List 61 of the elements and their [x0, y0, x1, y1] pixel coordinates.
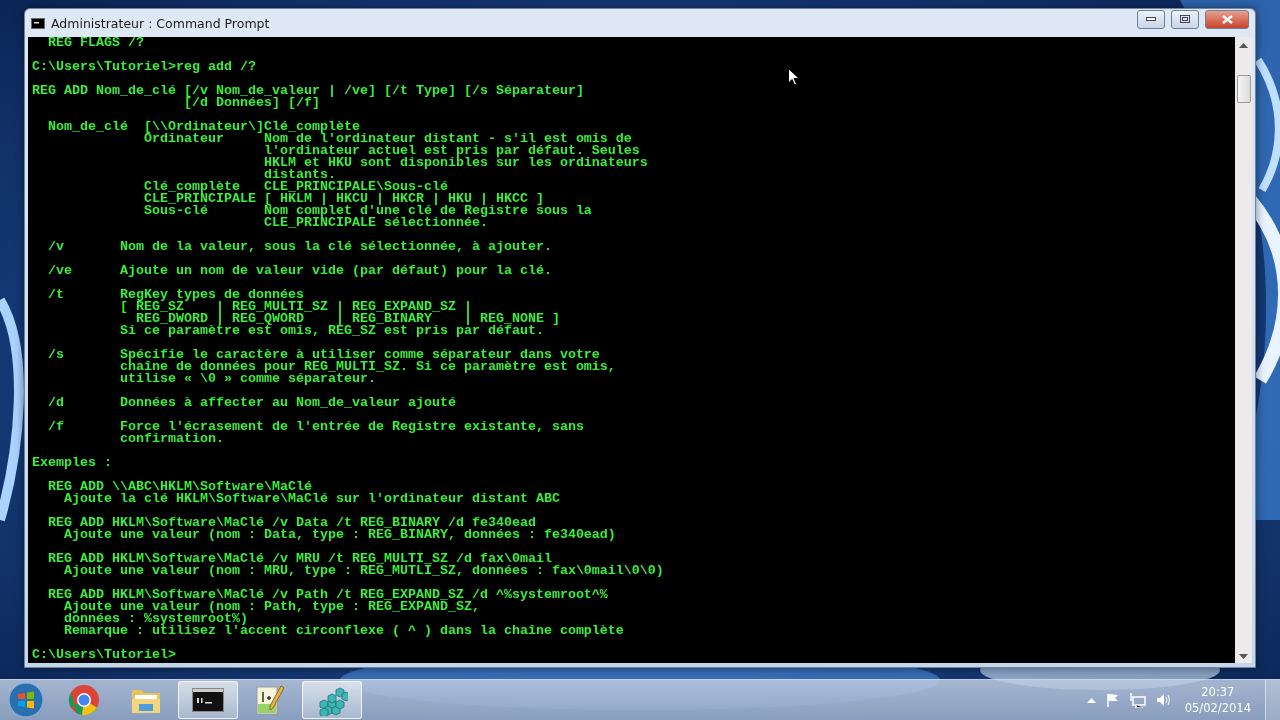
clock-time: 20:37: [1201, 684, 1235, 700]
scroll-up-icon: [1239, 43, 1248, 48]
scrollbar[interactable]: [1235, 37, 1252, 663]
close-button[interactable]: [1205, 9, 1249, 29]
console-line: /s Spécifie le caractère à utiliser comme séparateur dans votre: [47, 349, 600, 361]
maximize-button[interactable]: [1171, 9, 1199, 29]
console-line: l'ordinateur actuel est pris par défaut. Seules: [262, 145, 640, 157]
console-line: Ajoute une valeur (nom : MRU, type : REG_MUTLI_SZ, données : fax\0mail\0\0): [63, 565, 664, 577]
console-line: chaîne de données pour REG_MULTI_SZ. Si ce paramètre est omis,: [118, 361, 616, 373]
terminal-icon: [31, 17, 45, 29]
notepad-icon: [255, 684, 285, 716]
close-icon: [1221, 14, 1233, 24]
console-line: REG ADD HKLM\Software\MaClé /v Path /t REG_EXPAND_SZ /d ^%systemroot^%: [47, 589, 608, 601]
console-line: HKLM et HKU sont disponibles sur les ordinateurs: [262, 157, 648, 169]
taskbar-button[interactable]: [178, 681, 238, 719]
terminal-icon: [192, 688, 224, 712]
console-line: utilise « \0 » comme séparateur.: [118, 373, 376, 385]
console-line: C:\Users\Tutoriel>: [32, 649, 176, 661]
console-line: REG ADD HKLM\Software\MaClé /v Data /t REG_BINARY /d fe340ead: [47, 517, 536, 529]
window-title: Administrateur : Command Prompt: [51, 15, 271, 31]
orb-icon: [8, 682, 44, 718]
scrollbar-thumb[interactable]: [1237, 75, 1251, 103]
console-line: CLE_PRINCIPALE sélectionnée.: [262, 217, 488, 229]
console-line: REG ADD HKLM\Software\MaClé /v MRU /t REG_MULTI_SZ /d fax\0mail: [47, 553, 552, 565]
clock-date: 05/02/2014: [1184, 700, 1251, 716]
console-line: Ajoute la clé HKLM\Software\MaClé sur l'ordinateur distant ABC: [63, 493, 560, 505]
ring-icon: [68, 684, 100, 716]
minimize-icon: [1146, 17, 1156, 21]
console-line: Si ce paramètre est omis, REG_SZ est pris par défaut.: [118, 325, 544, 337]
console-line: Sous-clé Nom complet d'une clé de Registre sous la: [142, 205, 592, 217]
console-line: /f Force l'écrasement de l'entrée de Registre existante, sans: [47, 421, 584, 433]
console-line: REG ADD \\ABC\HKLM\Software\MaClé: [47, 481, 312, 493]
console-line: REG ADD Nom_de_clé [/v Nom_de_valeur | /ve] [/t Type] [/s Séparateur]: [32, 85, 584, 97]
maximize-icon: [1180, 15, 1190, 23]
console-line: Nom_de_clé [\\Ordinateur\]Clé_complète: [47, 121, 360, 133]
minimize-button[interactable]: [1137, 9, 1165, 29]
flag-icon: [1105, 693, 1120, 707]
speaker-icon: [1155, 693, 1171, 707]
console-line: REG FLAGS /?: [47, 37, 144, 49]
console-line: Exemples :: [32, 457, 112, 469]
console-line: Remarque : utilisez l'accent circonflexe ( ^ ) dans la chaîne complète: [63, 625, 624, 637]
console-line: Clé_complète CLE_PRINCIPALE\Sous-clé: [142, 181, 448, 193]
console-line: REG_DWORD | REG_QWORD | REG_BINARY | REG_NONE ]: [135, 313, 560, 325]
console-line: /v Nom de la valeur, sous la clé sélectionnée, à ajouter.: [47, 241, 552, 253]
console-line: Ajoute une valeur (nom : Data, type : REG_BINARY, données : fe340ead): [63, 529, 616, 541]
console-line: /d Données à affecter au Nom_de_valeur ajouté: [47, 397, 456, 409]
cursor-icon: [788, 68, 800, 86]
console-line: [ REG_SZ | REG_MULTI_SZ | REG_EXPAND_SZ |: [118, 301, 472, 313]
console-line: C:\Users\Tutoriel>reg add /?: [32, 61, 256, 73]
console-line: confirmation.: [118, 433, 224, 445]
caret-up-icon: [1086, 697, 1096, 703]
console-line: /t RegKey types de données: [47, 289, 304, 301]
console-line: Ordinateur Nom de l'ordinateur distant - s'il est omis de: [142, 133, 632, 145]
console-line: distants.: [262, 169, 336, 181]
scroll-down-icon: [1239, 654, 1248, 659]
console-line: /ve Ajoute un nom de valeur vide (par défaut) pour la clé.: [47, 265, 552, 277]
network-icon: [1129, 692, 1146, 708]
console-line: CLE_PRINCIPALE [ HKLM | HKCU | HKCR | HKU | HKCC ]: [142, 193, 544, 205]
console-line: données : %systemroot%): [63, 613, 248, 625]
console-line: [/d Données] [/f]: [182, 97, 320, 109]
console-line: Ajoute une valeur (nom : Path, type : REG_EXPAND_SZ,: [63, 601, 480, 613]
